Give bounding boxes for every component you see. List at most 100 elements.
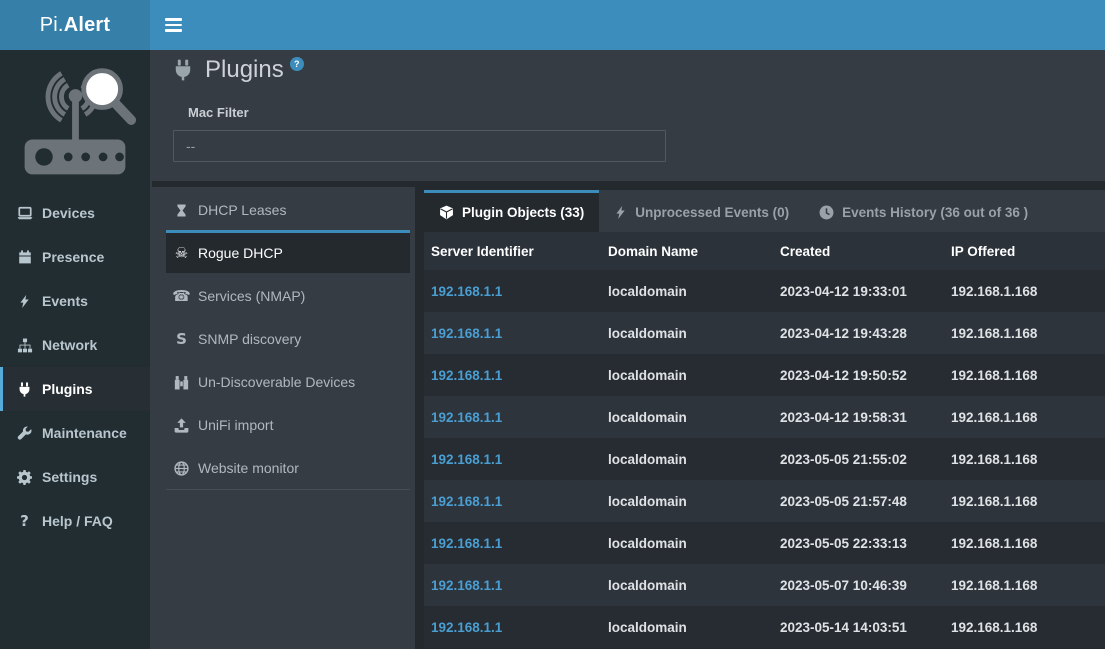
tab-label: Events History (36 out of 36 ) bbox=[842, 205, 1028, 220]
router-magnifier-logo bbox=[0, 50, 150, 191]
column-header-domain-name: Domain Name bbox=[601, 232, 773, 270]
server-identifier-link[interactable]: 192.168.1.1 bbox=[431, 536, 502, 551]
sidebar-item-label: Events bbox=[42, 293, 88, 309]
plugin-nav-item-unifi-import[interactable]: UniFi import bbox=[166, 402, 410, 445]
plugin-nav-item-dhcp-leases[interactable]: DHCP Leases bbox=[166, 187, 410, 230]
cell-created: 2023-04-12 19:33:01 bbox=[773, 270, 944, 312]
plug-icon bbox=[16, 382, 33, 397]
plugin-nav-item-snmp-discovery[interactable]: SSNMP discovery bbox=[166, 316, 410, 359]
mac-filter-input[interactable] bbox=[173, 130, 666, 162]
table-row: 192.168.1.1 localdomain2023-04-12 19:43:2… bbox=[424, 312, 1105, 354]
cell-server-identifier: 192.168.1.1 bbox=[424, 564, 601, 606]
sidebar-item-events[interactable]: Events bbox=[0, 279, 150, 323]
sidebar-item-presence[interactable]: Presence bbox=[0, 235, 150, 279]
wrench-icon bbox=[16, 426, 33, 441]
table-row: 192.168.1.1localdomain2023-04-12 19:50:5… bbox=[424, 354, 1105, 396]
cell-created: 2023-04-12 19:43:28 bbox=[773, 312, 944, 354]
table-row: 192.168.1.1 localdomain2023-05-05 21:57:4… bbox=[424, 480, 1105, 522]
plugin-nav-item-label: Rogue DHCP bbox=[198, 245, 283, 261]
cell-created: 2023-04-12 19:58:31 bbox=[773, 396, 944, 438]
sidebar: Devices Presence Events Network Plugins Maint… bbox=[0, 50, 150, 649]
cell-domain-name: localdomain bbox=[601, 480, 773, 522]
top-navbar bbox=[150, 0, 1105, 50]
help-badge[interactable]: ? bbox=[290, 57, 304, 71]
main-content: Plugins ? Mac Filter DHCP Leases ☠ Rogue D… bbox=[150, 50, 1105, 649]
cell-ip-offered: 192.168.1.168 bbox=[944, 354, 1105, 396]
plugin-nav-item-services-nmap[interactable]: ☎ Services (NMAP) bbox=[166, 273, 410, 316]
cube-icon bbox=[439, 205, 454, 220]
upload-icon bbox=[173, 418, 190, 433]
skull-crossbones-icon: ☠ bbox=[173, 246, 190, 261]
cell-domain-name: localdomain bbox=[601, 270, 773, 312]
brand-prefix: Pi. bbox=[40, 14, 64, 37]
page-title: Plugins ? bbox=[172, 55, 304, 85]
cell-server-identifier: 192.168.1.1 bbox=[424, 396, 601, 438]
globe-icon bbox=[173, 461, 190, 476]
sidebar-nav: Devices Presence Events Network Plugins Maint… bbox=[0, 191, 150, 543]
calendar-icon bbox=[16, 250, 33, 264]
brand-suffix: Alert bbox=[64, 14, 111, 37]
server-identifier-link[interactable]: 192.168.1.1 bbox=[431, 326, 502, 341]
cell-ip-offered: 192.168.1.168 bbox=[944, 396, 1105, 438]
table-header-row: Server IdentifierDomain NameCreatedIP Of… bbox=[424, 232, 1105, 270]
brand-logo[interactable]: Pi.Alert bbox=[0, 0, 150, 50]
cell-created: 2023-05-05 22:33:13 bbox=[773, 522, 944, 564]
phone-volume-icon: ☎ bbox=[173, 289, 190, 304]
cell-domain-name: localdomain bbox=[601, 522, 773, 564]
server-identifier-link[interactable]: 192.168.1.1 bbox=[431, 578, 502, 593]
server-identifier-link[interactable]: 192.168.1.1 bbox=[431, 410, 502, 425]
cell-domain-name: localdomain bbox=[601, 354, 773, 396]
plugin-nav-item-rogue-dhcp[interactable]: ☠ Rogue DHCP bbox=[166, 230, 410, 273]
page-title-text: Plugins bbox=[205, 55, 284, 85]
cell-ip-offered: 192.168.1.168 bbox=[944, 522, 1105, 564]
sidebar-item-label: Help / FAQ bbox=[42, 513, 113, 529]
plugin-nav-item-un-discoverable-devices[interactable]: Un-Discoverable Devices bbox=[166, 359, 410, 402]
tab-plugin-objects[interactable]: Plugin Objects (33) bbox=[424, 190, 599, 232]
sidebar-item-network[interactable]: Network bbox=[0, 323, 150, 367]
plugin-nav-item-label: Services (NMAP) bbox=[198, 288, 305, 304]
server-identifier-link[interactable]: 192.168.1.1 bbox=[431, 494, 502, 509]
server-identifier-link[interactable]: 192.168.1.1 bbox=[431, 368, 502, 383]
tab-unprocessed-events[interactable]: Unprocessed Events (0) bbox=[599, 190, 804, 232]
tab-label: Unprocessed Events (0) bbox=[635, 205, 789, 220]
sidebar-item-plugins[interactable]: Plugins bbox=[0, 367, 150, 411]
tab-events-history[interactable]: Events History (36 out of 36 ) bbox=[804, 190, 1043, 232]
cell-ip-offered: 192.168.1.168 bbox=[944, 564, 1105, 606]
cell-domain-name: localdomain bbox=[601, 312, 773, 354]
binoculars-icon bbox=[173, 375, 190, 390]
column-header-created: Created bbox=[773, 232, 944, 270]
cell-domain-name: localdomain bbox=[601, 396, 773, 438]
plugin-nav-item-label: DHCP Leases bbox=[198, 202, 286, 218]
table-row: 192.168.1.1localdomain2023-05-05 21:55:0… bbox=[424, 438, 1105, 480]
sidebar-item-label: Plugins bbox=[42, 381, 93, 397]
cell-ip-offered: 192.168.1.168 bbox=[944, 312, 1105, 354]
laptop-icon bbox=[16, 205, 33, 221]
cell-server-identifier: 192.168.1.1 bbox=[424, 438, 601, 480]
cell-server-identifier: 192.168.1.1 bbox=[424, 312, 601, 354]
server-identifier-link[interactable]: 192.168.1.1 bbox=[431, 620, 502, 635]
hamburger-icon[interactable] bbox=[150, 0, 196, 50]
question-icon: ? bbox=[16, 514, 33, 529]
sidebar-item-help-faq[interactable]: ? Help / FAQ bbox=[0, 499, 150, 543]
letter-s-icon: S bbox=[173, 332, 190, 347]
plugin-nav-item-website-monitor[interactable]: Website monitor bbox=[166, 445, 410, 488]
mac-filter-label: Mac Filter bbox=[188, 105, 1105, 121]
cell-ip-offered: 192.168.1.168 bbox=[944, 438, 1105, 480]
cell-server-identifier: 192.168.1.1 bbox=[424, 522, 601, 564]
sidebar-item-maintenance[interactable]: Maintenance bbox=[0, 411, 150, 455]
tab-label: Plugin Objects (33) bbox=[462, 205, 584, 220]
plugin-list-divider bbox=[166, 489, 410, 490]
server-identifier-link[interactable]: 192.168.1.1 bbox=[431, 284, 502, 299]
table-row: 192.168.1.1 localdomain2023-05-05 22:33:1… bbox=[424, 522, 1105, 564]
top-header: Pi.Alert bbox=[0, 0, 1105, 50]
sidebar-item-settings[interactable]: Settings bbox=[0, 455, 150, 499]
sitemap-icon bbox=[16, 338, 33, 353]
cell-created: 2023-05-05 21:57:48 bbox=[773, 480, 944, 522]
cell-server-identifier: 192.168.1.1 bbox=[424, 480, 601, 522]
server-identifier-link[interactable]: 192.168.1.1 bbox=[431, 452, 502, 467]
cell-created: 2023-05-05 21:55:02 bbox=[773, 438, 944, 480]
column-header-ip-offered: IP Offered bbox=[944, 232, 1105, 270]
sidebar-item-devices[interactable]: Devices bbox=[0, 191, 150, 235]
table-row: 192.168.1.1 localdomain2023-04-12 19:33:0… bbox=[424, 270, 1105, 312]
sidebar-item-label: Devices bbox=[42, 205, 95, 221]
